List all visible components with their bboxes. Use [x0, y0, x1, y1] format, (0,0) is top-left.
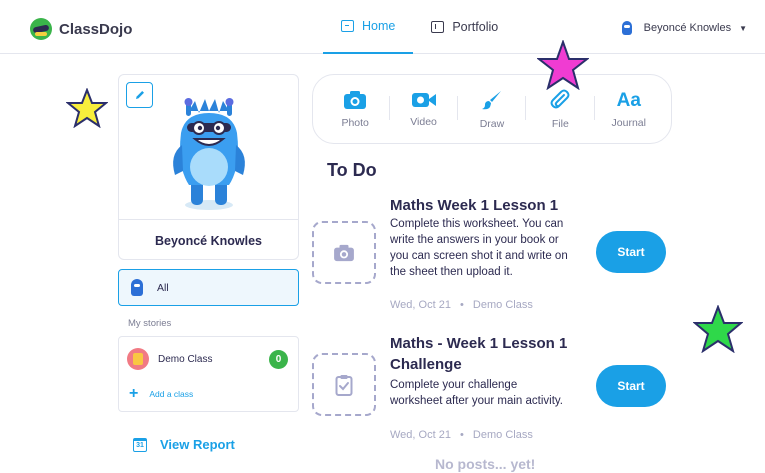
- journal-icon: Aa: [616, 89, 641, 111]
- main-nav: Home Portfolio: [323, 0, 516, 54]
- task-date: Wed, Oct 21: [390, 429, 451, 441]
- tab-home[interactable]: Home: [323, 0, 414, 54]
- task-title: Maths - Week 1 Lesson 1 Challenge: [390, 335, 568, 373]
- task-description: Complete your challenge worksheet after …: [390, 379, 563, 407]
- task-class: Demo Class: [472, 299, 533, 311]
- view-report-link[interactable]: 31 View Report: [133, 437, 235, 452]
- view-report-label: View Report: [160, 437, 235, 452]
- tool-photo[interactable]: Photo: [322, 84, 388, 134]
- caret-down-icon: ▼: [739, 23, 747, 33]
- user-avatar-icon: [621, 21, 632, 35]
- task-description: Complete this worksheet. You can write t…: [390, 218, 568, 278]
- user-name: Beyoncé Knowles: [643, 22, 732, 34]
- task-type-camera: [312, 221, 376, 284]
- todo-task: Maths - Week 1 Lesson 1 Challenge Comple…: [312, 333, 672, 445]
- portfolio-icon: [431, 21, 445, 33]
- student-avatar-icon: [131, 279, 143, 296]
- green-star-icon: [693, 305, 743, 353]
- camera-icon: [344, 90, 367, 109]
- meta-separator: •: [460, 299, 464, 311]
- post-toolbar: Photo Video Draw File Aa Journal: [312, 74, 672, 144]
- classdojo-logo[interactable]: ClassDojo: [30, 18, 132, 40]
- home-icon: [341, 20, 354, 32]
- profile-card: Beyoncé Knowles: [118, 74, 299, 260]
- classdojo-logo-icon: [30, 18, 52, 40]
- class-count-badge: 0: [269, 350, 288, 369]
- todo-task: Maths Week 1 Lesson 1 Complete this work…: [312, 195, 672, 315]
- todo-heading: To Do: [327, 160, 377, 180]
- add-class-link[interactable]: + Add a class: [129, 385, 194, 402]
- tool-file-label: File: [551, 117, 569, 130]
- calendar-icon: 31: [133, 437, 147, 452]
- user-menu[interactable]: Beyoncé Knowles ▼: [621, 21, 747, 35]
- profile-name: Beyoncé Knowles: [119, 219, 298, 261]
- camera-icon: [334, 244, 354, 261]
- video-icon: [411, 92, 436, 107]
- tool-video-label: Video: [410, 115, 437, 128]
- task-meta: Wed, Oct 21 • Demo Class: [390, 429, 533, 441]
- task-class: Demo Class: [472, 429, 533, 441]
- task-type-clipboard: [312, 353, 376, 416]
- tab-portfolio-label: Portfolio: [452, 20, 499, 34]
- paperclip-icon: [550, 89, 570, 108]
- tool-photo-label: Photo: [341, 116, 369, 129]
- tool-journal[interactable]: Aa Journal: [593, 84, 662, 134]
- brush-icon: [481, 90, 501, 109]
- class-item-demo-class[interactable]: Demo Class 0: [119, 337, 298, 381]
- all-label: All: [157, 281, 169, 294]
- start-button[interactable]: Start: [596, 231, 666, 273]
- tab-portfolio[interactable]: Portfolio: [413, 0, 516, 54]
- clipboard-check-icon: [335, 374, 353, 396]
- no-posts-message: No posts... yet!: [435, 456, 536, 472]
- tab-home-label: Home: [362, 19, 396, 33]
- edit-profile-button[interactable]: [126, 82, 153, 108]
- my-stories-heading: My stories: [128, 318, 172, 329]
- tool-draw[interactable]: Draw: [456, 84, 525, 134]
- task-meta: Wed, Oct 21 • Demo Class: [390, 299, 533, 311]
- task-date: Wed, Oct 21: [390, 299, 451, 311]
- monster-avatar: [173, 98, 245, 210]
- tool-journal-label: Journal: [611, 116, 646, 129]
- class-name: Demo Class: [158, 353, 213, 365]
- app-name: ClassDojo: [59, 20, 133, 38]
- yellow-star-icon: [66, 88, 108, 128]
- task-title: Maths Week 1 Lesson 1: [390, 197, 559, 214]
- tool-file[interactable]: File: [525, 84, 593, 134]
- meta-separator: •: [460, 429, 464, 441]
- start-button[interactable]: Start: [596, 365, 666, 407]
- tool-video[interactable]: Video: [388, 84, 457, 134]
- pink-star-icon: [537, 40, 589, 90]
- pencil-icon: [135, 91, 144, 99]
- class-avatar-icon: [127, 348, 149, 370]
- class-list: Demo Class 0 + Add a class: [118, 336, 299, 412]
- tool-draw-label: Draw: [479, 117, 505, 130]
- stories-all-item[interactable]: All: [118, 269, 299, 306]
- plus-icon: +: [129, 385, 139, 402]
- top-header: ClassDojo Home Portfolio Beyoncé Knowles…: [0, 0, 765, 54]
- add-class-label: Add a class: [149, 389, 194, 399]
